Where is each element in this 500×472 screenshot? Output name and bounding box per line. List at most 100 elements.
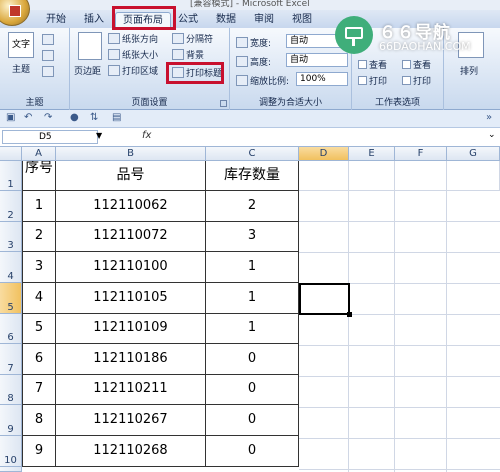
table-row-cell-qty[interactable]: 3	[206, 222, 299, 252]
background-label: 背景	[186, 51, 205, 61]
empty-cell[interactable]	[349, 161, 395, 191]
row-header-2[interactable]: 2	[0, 191, 22, 222]
effects-button[interactable]	[42, 66, 54, 77]
table-row-cell-item[interactable]: 112110268	[56, 436, 206, 467]
print-area-button[interactable]: 打印区域	[108, 64, 158, 77]
row-header-1[interactable]: 1	[0, 161, 22, 191]
redo-icon[interactable]: ↷	[44, 112, 52, 123]
fonts-icon	[42, 50, 54, 61]
header-cell-qty[interactable]: 库存数量	[206, 161, 299, 191]
table-row-cell-qty[interactable]: 0	[206, 405, 299, 436]
colors-icon	[42, 34, 54, 45]
row-header-9[interactable]: 9	[0, 405, 22, 436]
expand-formula-icon[interactable]: ⌄	[488, 130, 496, 140]
table-row-cell-seq[interactable]: 9	[22, 436, 56, 467]
orientation-button[interactable]: 纸张方向	[108, 32, 158, 45]
table-row-cell-seq[interactable]: 2	[22, 222, 56, 252]
row-header-8[interactable]: 8	[0, 375, 22, 405]
table-row-cell-qty[interactable]: 1	[206, 283, 299, 314]
table-row-cell-seq[interactable]: 1	[22, 191, 56, 222]
col-header-e[interactable]: E	[349, 147, 395, 161]
row-number: 5	[7, 302, 14, 313]
select-all-corner[interactable]	[0, 147, 22, 161]
empty-cell[interactable]	[299, 161, 349, 191]
col-header-d[interactable]: D	[299, 147, 349, 161]
header-cell-seq[interactable]: 序号	[22, 161, 56, 191]
table-row-cell-qty[interactable]: 0	[206, 344, 299, 375]
col-header-f[interactable]: F	[395, 147, 447, 161]
tab-view[interactable]: 视图	[286, 12, 318, 28]
col-header-g[interactable]: G	[447, 147, 500, 161]
row-header-6[interactable]: 6	[0, 314, 22, 344]
row-header-7[interactable]: 7	[0, 344, 22, 375]
row-number: 10	[4, 455, 17, 466]
print-area-label: 打印区域	[122, 67, 159, 77]
row-header-11[interactable]	[0, 467, 22, 472]
header-cell-item[interactable]: 品号	[56, 161, 206, 191]
colors-button[interactable]	[42, 34, 54, 45]
print-preview-icon[interactable]: ▤	[112, 112, 121, 123]
empty-cell[interactable]	[395, 161, 447, 191]
table-row-cell-qty[interactable]: 2	[206, 191, 299, 222]
sort-icon[interactable]: ⇅	[90, 112, 98, 123]
watermark-subtitle: 66DAOHAN.COM	[379, 40, 471, 53]
col-header-c[interactable]: C	[206, 147, 299, 161]
themes-button[interactable]: 主题	[12, 62, 30, 75]
checkbox-icon	[358, 76, 367, 85]
row-header-5[interactable]: 5	[0, 283, 22, 314]
col-header-a[interactable]: A	[22, 147, 56, 161]
table-row-cell-seq[interactable]: 5	[22, 314, 56, 344]
table-row-cell-seq[interactable]: 8	[22, 405, 56, 436]
table-row-cell-item[interactable]: 112110211	[56, 375, 206, 405]
table-row-cell-seq[interactable]: 4	[22, 283, 56, 314]
margins-button[interactable]: 页边距	[74, 64, 101, 77]
tab-insert[interactable]: 插入	[78, 12, 110, 28]
width-icon	[236, 37, 248, 48]
scale-spinner[interactable]: 100%	[296, 72, 348, 86]
name-box[interactable]: D5	[2, 130, 98, 144]
active-cell-d5[interactable]	[299, 283, 352, 317]
gridlines-print-checkbox[interactable]: 打印	[358, 74, 387, 87]
empty-grid-area[interactable]	[299, 191, 500, 472]
table-row-cell-qty[interactable]: 1	[206, 314, 299, 344]
save-icon[interactable]: ▣	[6, 112, 15, 123]
themes-icon: 文字	[8, 32, 34, 58]
table-row-cell-item[interactable]: 112110072	[56, 222, 206, 252]
arrange-button[interactable]: 排列	[460, 64, 478, 77]
size-button[interactable]: 纸张大小	[108, 48, 158, 61]
background-button[interactable]: 背景	[172, 48, 204, 61]
table-row-cell-seq[interactable]: 7	[22, 375, 56, 405]
tab-data[interactable]: 数据	[210, 12, 242, 28]
empty-cell[interactable]	[447, 161, 500, 191]
breaks-button[interactable]: 分隔符	[172, 32, 213, 45]
formula-input[interactable]	[158, 130, 486, 144]
table-row-cell-item[interactable]: 112110186	[56, 344, 206, 375]
tab-review[interactable]: 审阅	[248, 12, 280, 28]
customize-toolbar-icon[interactable]: »	[486, 112, 492, 123]
tab-home[interactable]: 开始	[40, 12, 72, 28]
headings-print-checkbox[interactable]: 打印	[402, 74, 431, 87]
row-header-10[interactable]: 10	[0, 436, 22, 467]
tab-formulas[interactable]: 公式	[173, 12, 203, 28]
row-header-3[interactable]: 3	[0, 222, 22, 252]
fonts-button[interactable]	[42, 50, 54, 61]
insert-function-icon[interactable]: fx	[142, 130, 151, 141]
table-row-cell-qty[interactable]: 1	[206, 252, 299, 283]
page-setup-launcher-icon[interactable]	[220, 100, 227, 107]
table-row-cell-qty[interactable]: 0	[206, 375, 299, 405]
table-row-cell-seq[interactable]: 3	[22, 252, 56, 283]
name-box-dropdown-icon[interactable]: ▼	[96, 131, 102, 140]
autosum-icon[interactable]: ●	[70, 112, 79, 123]
table-row-cell-item[interactable]: 112110109	[56, 314, 206, 344]
table-row-cell-qty[interactable]: 0	[206, 436, 299, 467]
table-row-cell-seq[interactable]: 6	[22, 344, 56, 375]
table-row-cell-item[interactable]: 112110267	[56, 405, 206, 436]
col-header-b[interactable]: B	[56, 147, 206, 161]
breaks-label: 分隔符	[186, 35, 214, 45]
row-header-4[interactable]: 4	[0, 252, 22, 283]
table-row-cell-item[interactable]: 112110105	[56, 283, 206, 314]
undo-icon[interactable]: ↶	[24, 112, 32, 123]
table-row-cell-item[interactable]: 112110100	[56, 252, 206, 283]
table-row-cell-item[interactable]: 112110062	[56, 191, 206, 222]
formula-bar: D5 ▼ fx ⌄	[0, 128, 500, 147]
